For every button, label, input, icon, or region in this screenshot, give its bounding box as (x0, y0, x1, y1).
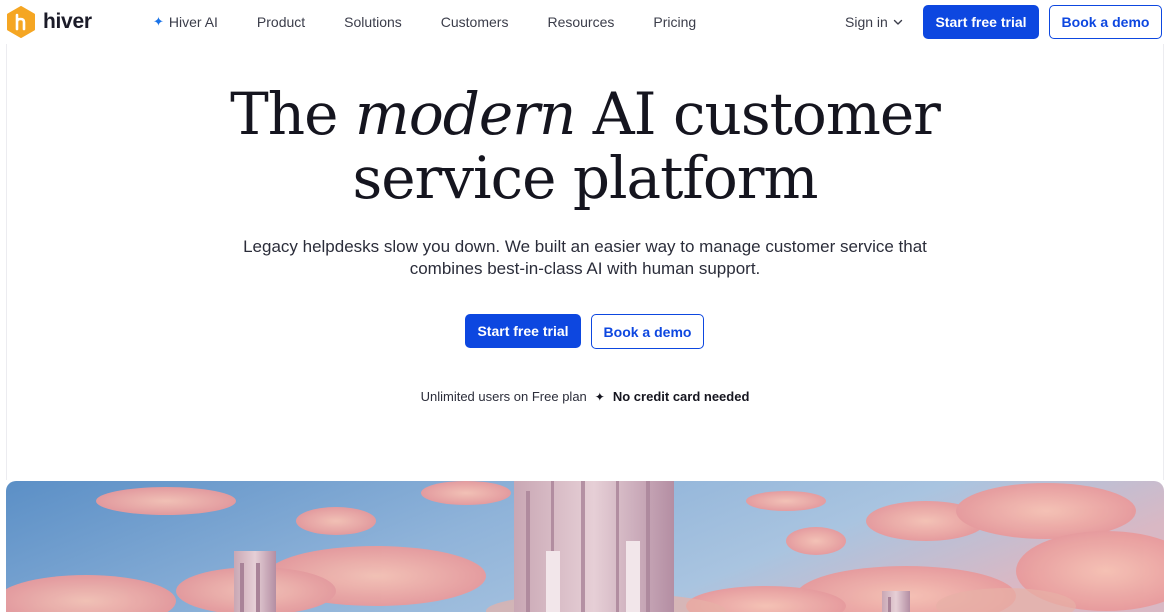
nav-links: ✦ Hiver AI Product Solutions Customers R… (153, 14, 735, 30)
hero-illustration (6, 481, 1164, 612)
hero-start-trial-button[interactable]: Start free trial (465, 314, 581, 348)
nav-item-customers[interactable]: Customers (441, 14, 509, 30)
hiver-logo-icon (7, 6, 35, 38)
hero-title-line2: service platform (352, 144, 818, 212)
logo-text: hiver (43, 10, 92, 33)
chevron-down-icon (893, 19, 903, 25)
plan-note: Unlimited users on Free plan ✦ No credit c… (0, 389, 1170, 404)
hero-title-post: AI customer (592, 80, 941, 148)
hero-subtitle: Legacy helpdesks slow you down. We built… (243, 237, 927, 278)
city-sunset-illustration (6, 481, 1164, 612)
nav-item-label: Hiver AI (168, 14, 218, 30)
nav-item-product[interactable]: Product (257, 14, 305, 30)
sparkle-icon: ✦ (594, 390, 605, 404)
nav-item-label: Product (256, 14, 306, 30)
sparkle-icon: ✦ (153, 14, 164, 29)
page: hiver ✦ Hiver AI Product Solutions Custo… (0, 0, 1170, 612)
hero-title: The modern AI customer service platform (0, 82, 1170, 210)
sign-in-label: Sign in (845, 14, 888, 30)
hero-book-demo-button[interactable]: Book a demo (591, 314, 704, 349)
nav-item-label: Customers (440, 14, 509, 30)
nav-start-trial-button[interactable]: Start free trial (923, 5, 1039, 39)
nav-item-hiver-ai[interactable]: ✦ Hiver AI (153, 14, 218, 30)
top-nav: hiver ✦ Hiver AI Product Solutions Custo… (0, 0, 1170, 44)
logo[interactable]: hiver (6, 6, 92, 38)
plan-note-bold: No credit card needed (612, 389, 750, 404)
nav-item-pricing[interactable]: Pricing (653, 14, 696, 30)
nav-book-demo-button[interactable]: Book a demo (1049, 5, 1162, 39)
hero-title-emphasis: modern (354, 80, 576, 148)
nav-item-label: Solutions (344, 14, 402, 30)
nav-item-label: Resources (547, 14, 615, 30)
plan-note-text: Unlimited users on Free plan (420, 389, 587, 404)
nav-item-label: Pricing (653, 14, 697, 30)
nav-item-resources[interactable]: Resources (547, 14, 614, 30)
nav-item-solutions[interactable]: Solutions (344, 14, 402, 30)
sign-in-dropdown[interactable]: Sign in (845, 14, 903, 30)
hero-title-pre: The (230, 80, 338, 148)
